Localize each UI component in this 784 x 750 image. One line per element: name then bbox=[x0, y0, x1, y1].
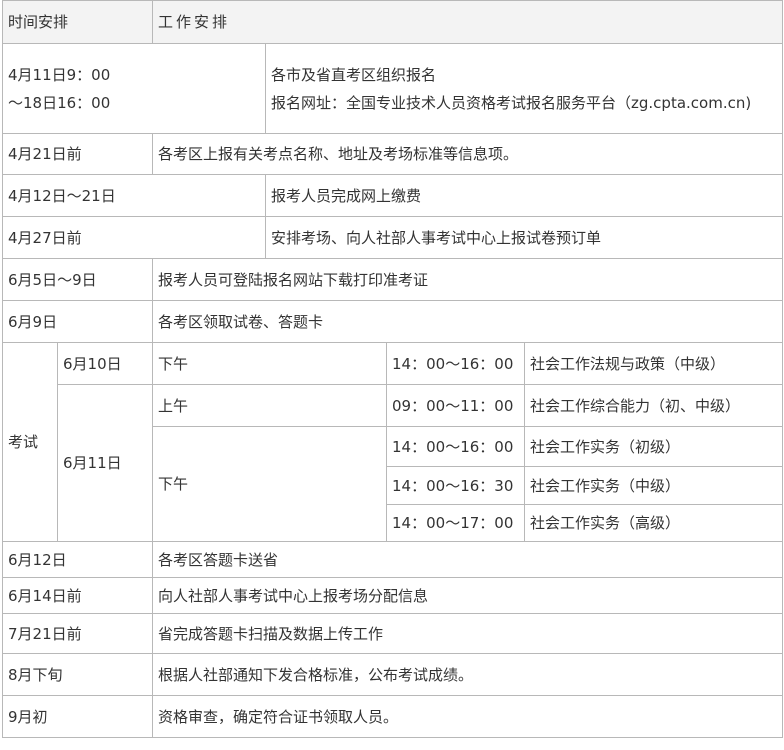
header-row: 时间安排 工作安排 bbox=[1, 0, 784, 44]
work-cell: 各考区答题卡送省 bbox=[152, 541, 784, 578]
table-row: 9月初 资格审查，确定符合证书领取人员。 bbox=[1, 695, 784, 738]
time-cell: 4月27日前 bbox=[1, 216, 267, 259]
work-line: 报名网址：全国专业技术人员资格考试报名服务平台（zg.cpta.com.cn) bbox=[271, 93, 752, 112]
time-cell: 7月21日前 bbox=[1, 613, 154, 654]
exam-subject-cell: 社会工作法规与政策（中级） bbox=[524, 342, 784, 385]
header-time-cell: 时间安排 bbox=[1, 0, 154, 44]
work-cell: 各市及省直考区组织报名 报名网址：全国专业技术人员资格考试报名服务平台（zg.c… bbox=[265, 43, 784, 134]
exam-subject-cell: 社会工作综合能力（初、中级） bbox=[524, 384, 784, 427]
work-cell: 各考区领取试卷、答题卡 bbox=[152, 300, 784, 343]
exam-date-cell: 6月10日 bbox=[56, 342, 154, 385]
exam-subject-cell: 社会工作实务（中级） bbox=[524, 466, 784, 505]
exam-time-cell: 14：00～16：30 bbox=[386, 466, 526, 505]
table-row: 4月27日前 安排考场、向人社部人事考试中心上报试卷预订单 bbox=[1, 216, 784, 259]
table-row: 6月14日前 向人社部人事考试中心上报考场分配信息 bbox=[1, 577, 784, 614]
exam-label-cell: 考试 bbox=[2, 342, 58, 542]
time-line: ～18日16：00 bbox=[8, 93, 111, 112]
table-row: 6月5日～9日 报考人员可登陆报名网站下载打印准考证 bbox=[1, 258, 784, 301]
time-line: 4月11日9：00 bbox=[8, 65, 111, 84]
exam-time-cell: 14：00～16：00 bbox=[386, 342, 526, 385]
work-cell: 报考人员可登陆报名网站下载打印准考证 bbox=[152, 258, 784, 301]
table-row: 6月9日 各考区领取试卷、答题卡 bbox=[1, 300, 784, 343]
work-line: 各市及省直考区组织报名 bbox=[271, 65, 437, 84]
exam-period-cell: 下午 bbox=[152, 342, 388, 385]
time-cell: 4月12日～21日 bbox=[1, 174, 267, 217]
table-row: 4月12日～21日 报考人员完成网上缴费 bbox=[1, 174, 784, 217]
time-cell: 6月5日～9日 bbox=[1, 258, 154, 301]
exam-time-cell: 14：00～17：00 bbox=[386, 504, 526, 542]
exam-date-cell: 6月11日 bbox=[56, 384, 154, 542]
work-cell: 省完成答题卡扫描及数据上传工作 bbox=[152, 613, 784, 654]
time-cell: 6月9日 bbox=[1, 300, 154, 343]
table-row: 8月下旬 根据人社部通知下发合格标准，公布考试成绩。 bbox=[1, 653, 784, 696]
time-cell: 6月12日 bbox=[1, 541, 154, 578]
exam-row: 考试 6月10日 下午 14：00～16：00 社会工作法规与政策（中级） bbox=[2, 342, 784, 542]
work-cell: 根据人社部通知下发合格标准，公布考试成绩。 bbox=[152, 653, 784, 696]
exam-row: 6月11日 上午 09：00～11：00 社会工作综合能力（初、中级） bbox=[3, 384, 784, 542]
schedule-table: 时间安排 工作安排 4月11日9：00 ～18日16：00 各市及省直考区组织报… bbox=[1, 0, 784, 738]
exam-time-cell: 14：00～16：00 bbox=[386, 426, 526, 467]
work-cell: 报考人员完成网上缴费 bbox=[265, 174, 784, 217]
exam-subject-cell: 社会工作实务（初级） bbox=[524, 426, 784, 467]
time-cell: 6月14日前 bbox=[1, 577, 154, 614]
exam-subject-cell: 社会工作实务（高级） bbox=[524, 504, 784, 542]
table-row: 7月21日前 省完成答题卡扫描及数据上传工作 bbox=[1, 613, 784, 654]
time-cell: 4月21日前 bbox=[1, 133, 154, 175]
table-row: 6月12日 各考区答题卡送省 bbox=[1, 541, 784, 578]
time-cell: 8月下旬 bbox=[1, 653, 154, 696]
exam-period-cell: 下午 bbox=[152, 426, 388, 542]
work-cell: 安排考场、向人社部人事考试中心上报试卷预订单 bbox=[265, 216, 784, 259]
header-work-cell: 工作安排 bbox=[152, 0, 784, 44]
exam-time-cell: 09：00～11：00 bbox=[386, 384, 526, 427]
time-cell: 4月11日9：00 ～18日16：00 bbox=[1, 43, 267, 134]
work-cell: 向人社部人事考试中心上报考场分配信息 bbox=[152, 577, 784, 614]
exam-period-cell: 上午 bbox=[152, 384, 388, 427]
work-cell: 各考区上报有关考点名称、地址及考场标准等信息项。 bbox=[152, 133, 784, 175]
table-row: 4月21日前 各考区上报有关考点名称、地址及考场标准等信息项。 bbox=[1, 133, 784, 175]
work-cell: 资格审查，确定符合证书领取人员。 bbox=[152, 695, 784, 738]
table-row: 4月11日9：00 ～18日16：00 各市及省直考区组织报名 报名网址：全国专… bbox=[1, 43, 784, 134]
time-cell: 9月初 bbox=[1, 695, 154, 738]
